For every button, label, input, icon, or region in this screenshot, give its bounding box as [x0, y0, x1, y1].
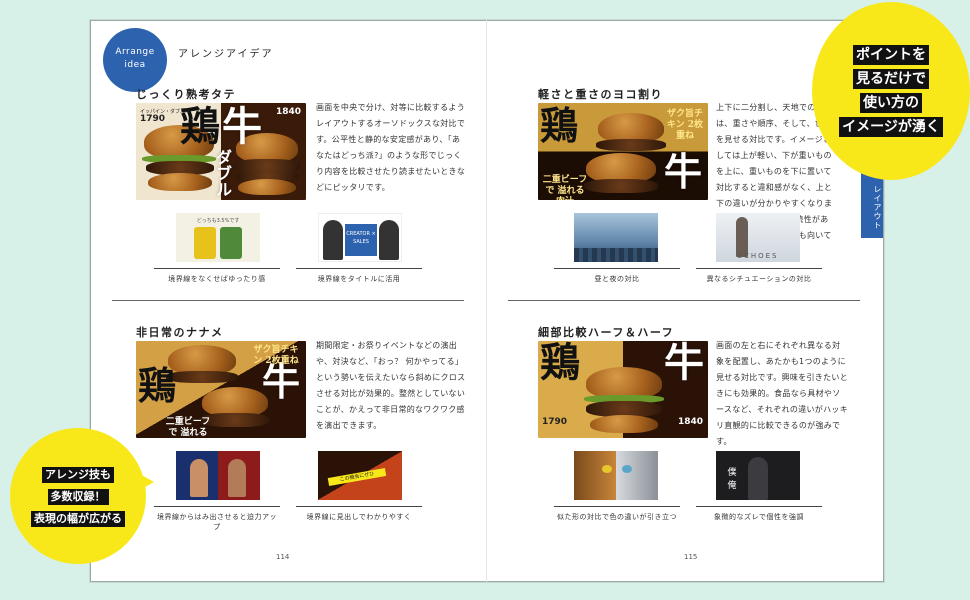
hero-2-beef-tag: 二重ビーフで 溢れる肉汁: [542, 175, 588, 200]
callout-bubble-top-right: ポイントを 見るだけで 使い方の イメージが湧く: [812, 2, 970, 180]
section-4-example-1-image: [574, 451, 658, 500]
callout-bubble-bottom-left: アレンジ技も 多数収録！ 表現の幅が広がる: [10, 428, 146, 564]
hero-4-price-right-value: 1840: [678, 417, 704, 427]
badge-line-1: Arrange: [115, 47, 155, 57]
hero-4-beef-kanji: 牛: [664, 341, 704, 386]
section-2-example-1-image: [574, 213, 658, 262]
hero-1-price-left-value: 1790: [140, 114, 166, 124]
callout-top-line-2: 見るだけで: [852, 69, 929, 89]
hero-3-chicken-tag: ザク旨チキン 2枚重ね: [253, 345, 299, 366]
callout-top-line-3: 使い方の: [859, 93, 922, 113]
page-number-right: 115: [684, 553, 698, 561]
section-3-example-1-image: [176, 451, 260, 500]
hero-1-price-right: 1840: [276, 107, 304, 117]
hero-1-price-right-value: 1840: [276, 107, 302, 117]
section-1-example-2-caption: 境界線をタイトルに活用: [296, 268, 422, 284]
book-spine: [486, 20, 487, 582]
section-4-description: 画面の左と右にそれぞれ異なる対象を配置し、あたかも1つのように見せる対比です。興…: [716, 341, 848, 446]
section-4-title: 細部比較ハーフ＆ハーフ: [538, 326, 675, 339]
section-2-title: 軽さと重さのヨコ割り: [538, 88, 663, 101]
callout-bottom-line-3: 表現の幅が広がる: [31, 511, 125, 527]
hero-4-price-left: 1790: [542, 417, 568, 427]
section-3-hero-image: 鶏 牛 ザク旨チキン 2枚重ね 二重ビーフで 溢れる肉汁: [136, 341, 306, 438]
arrange-idea-badge: Arrange idea: [103, 28, 167, 92]
hero-3-beef-tag: 二重ビーフで 溢れる肉汁: [165, 417, 211, 438]
section-2-example-2-caption: 異なるシチュエーションの対比: [696, 268, 822, 284]
callout-top-line-4: イメージが湧く: [839, 117, 943, 137]
section-2-example-1-caption: 昼と夜の対比: [554, 268, 680, 284]
hero-1-double-text: ダブル: [213, 149, 232, 197]
section-1-hero-image: 鶏 牛 ダブル イッパイン・ダブルバーガー 1790 1840: [136, 103, 306, 200]
section-1-example-2-image: CREATOR × SALES: [318, 213, 402, 262]
callout-top-line-1: ポイントを: [852, 45, 929, 65]
section-1-example-1-image: どっちも3.5%です: [176, 213, 260, 262]
example-2-2-label: ECHOES: [737, 252, 779, 260]
section-4-example-2-caption: 象徴的なズレで個性を強調: [696, 506, 822, 522]
section-2-hero-image: 鶏 牛 ザク旨チキン 2枚重ね 二重ビーフで 溢れる肉汁: [538, 103, 708, 200]
hero-2-chicken-tag: ザク旨チキン 2枚重ね: [666, 109, 704, 141]
hero-3-chicken-kanji: 鶏: [138, 363, 177, 408]
badge-line-2: idea: [124, 60, 146, 70]
section-3-example-1-caption: 境界線からはみ出させると迫力アップ: [154, 506, 280, 532]
section-3-example-2-caption: 境界線に見出しでわかりやすく: [296, 506, 422, 522]
hero-2-beef-kanji: 牛: [664, 149, 703, 194]
section-4-hero-image: 鶏 牛 1790 1840: [538, 341, 708, 438]
example-1-2-label: CREATOR × SALES: [345, 224, 377, 256]
hero-4-price-right: 1840: [678, 417, 704, 427]
section-3-example-2-image: この機会にぜひ: [318, 451, 402, 500]
hero-3-beef-kanji: 牛: [262, 359, 301, 404]
section-1-title: じっくり熟考タテ: [136, 88, 236, 101]
page-header-title: アレンジアイデア: [178, 49, 274, 60]
hero-4-chicken-kanji: 鶏: [540, 341, 580, 386]
section-4-example-2-image: 僕 俺: [716, 451, 800, 500]
section-1-example-1-caption: 境界線をなくせばゆったり感: [154, 268, 280, 284]
example-3-2-label: この機会にぜひ: [327, 468, 387, 486]
section-4-example-1-caption: 似た形の対比で色の違いが引き立つ: [554, 506, 680, 522]
example-1-1-label: どっちも3.5%です: [196, 218, 240, 224]
hero-2-chicken-kanji: 鶏: [540, 103, 579, 148]
hero-1-price-left: イッパイン・ダブルバーガー 1790: [140, 109, 205, 124]
section-3-description: 期間限定・お祭りイベントなどの演出や、対決など、「おっ？ 何かやってる」という勢…: [316, 341, 466, 430]
page-number-left: 114: [276, 553, 290, 561]
section-2-example-2-image: ECHOES: [716, 213, 800, 262]
hero-1-beef-kanji: 牛: [222, 103, 262, 150]
right-divider: [508, 300, 860, 301]
callout-bottom-line-2: 多数収録！: [47, 489, 109, 505]
left-divider: [112, 300, 464, 301]
callout-bottom-line-1: アレンジ技も: [42, 467, 114, 483]
example-4-2-label: 僕 俺: [727, 468, 737, 491]
section-1-description: 画面を中央で分け、対等に比較するようレイアウトするオーソドックスな対比です。公平…: [316, 103, 466, 192]
section-3-title: 非日常のナナメ: [136, 326, 224, 339]
hero-4-price-left-value: 1790: [542, 417, 568, 427]
